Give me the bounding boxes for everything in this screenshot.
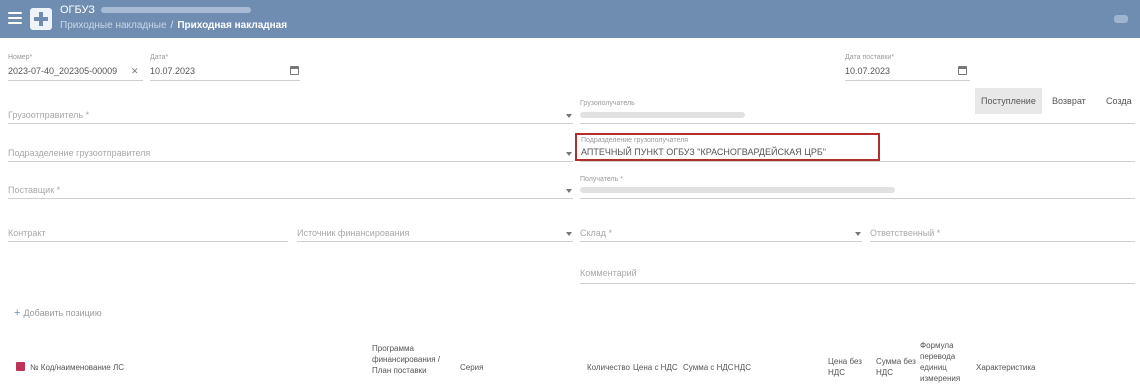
recipient-label: Получатель *: [580, 176, 623, 183]
date-underline: [150, 80, 300, 81]
consignee-underline: [580, 123, 1135, 124]
funding-underline: [297, 241, 573, 242]
menu-icon[interactable]: [8, 12, 22, 24]
col-header[interactable]: Формула перевода единиц измерения: [920, 340, 968, 384]
warehouse-underline: [580, 241, 862, 242]
number-label: Номер*: [8, 54, 33, 61]
doc-date-field[interactable]: 10.07.2023: [845, 66, 890, 76]
chevron-down-icon[interactable]: [855, 232, 861, 236]
doc-date-label: Дата поставки*: [845, 54, 895, 61]
funding-input[interactable]: Источник финансирования: [297, 228, 409, 238]
col-header[interactable]: НДС: [734, 362, 751, 373]
col-header[interactable]: Цена без НДС: [828, 356, 868, 378]
supplier-division-underline: [8, 161, 573, 162]
add-position-label: Добавить позицию: [23, 308, 102, 318]
receiver-division-underline: [580, 161, 1135, 162]
supplier-input[interactable]: Грузоотправитель *: [8, 110, 89, 120]
comment-underline: [580, 283, 1135, 284]
doc-calendar-icon[interactable]: [958, 66, 967, 75]
comment-input[interactable]: Комментарий: [580, 268, 637, 278]
supplier-underline: [8, 123, 573, 124]
chevron-down-icon[interactable]: [566, 189, 572, 193]
supplier2-input[interactable]: Поставщик *: [8, 185, 60, 195]
breadcrumb-parent[interactable]: Приходные накладные: [60, 20, 167, 31]
col-header[interactable]: Серия: [460, 362, 483, 373]
clear-number-icon[interactable]: ✕: [131, 66, 139, 77]
number-underline: [8, 80, 143, 81]
plus-icon: +: [14, 307, 21, 319]
chevron-down-icon[interactable]: [566, 114, 572, 118]
col-header[interactable]: Характеристика: [976, 362, 1035, 373]
org-logo: [30, 8, 52, 30]
col-header[interactable]: Сумма с НДС: [683, 362, 734, 373]
add-position-button[interactable]: + Добавить позицию: [14, 307, 102, 319]
breadcrumb-current: Приходная накладная: [177, 20, 288, 31]
col-header[interactable]: Сумма без НДС: [876, 356, 916, 378]
supplier-division-input[interactable]: Подразделение грузоотправителя: [8, 148, 150, 158]
positions-table-header: № Код/наименование ЛС Программа финансир…: [0, 338, 1140, 385]
consignee-value-blurred[interactable]: [580, 112, 745, 118]
org-name: ОГБУЗ: [60, 4, 251, 16]
col-header[interactable]: Количество: [587, 362, 630, 373]
warehouse-input[interactable]: Склад *: [580, 228, 612, 238]
contract-input[interactable]: Контракт: [8, 228, 46, 238]
recipient-underline: [580, 198, 1135, 199]
supplier2-underline: [8, 198, 573, 199]
tab-return[interactable]: Возврат: [1046, 88, 1092, 114]
select-all-checkbox[interactable]: [16, 362, 25, 371]
breadcrumb-separator: /: [170, 20, 174, 31]
chevron-down-icon[interactable]: [566, 152, 572, 156]
responsible-input[interactable]: Ответственный *: [870, 228, 940, 238]
col-header[interactable]: Программа финансирования / План поставки: [372, 343, 457, 376]
col-header[interactable]: № Код/наименование ЛС: [30, 362, 124, 373]
receiver-division-field[interactable]: АПТЕЧНЫЙ ПУНКТ ОГБУЗ "КРАСНОГВАРДЕЙСКАЯ …: [581, 147, 826, 157]
contract-underline: [8, 241, 288, 242]
number-field[interactable]: 2023-07-40_202305-00009: [8, 66, 117, 76]
breadcrumb: Приходные накладные / Приходная накладная: [60, 20, 287, 31]
recipient-value-blurred[interactable]: [580, 187, 895, 193]
doc-date-underline: [845, 80, 970, 81]
responsible-underline: [870, 241, 1135, 242]
org-name-text: ОГБУЗ: [60, 4, 95, 16]
org-name-blurred: [100, 7, 251, 14]
consignee-label: Грузополучатель: [580, 100, 635, 107]
user-menu[interactable]: [1114, 15, 1128, 23]
top-bar: ОГБУЗ Приходные накладные / Приходная накл…: [0, 0, 1140, 38]
tab-create[interactable]: Созда: [1100, 88, 1138, 114]
chevron-down-icon[interactable]: [566, 232, 572, 236]
date-label: Дата*: [150, 54, 169, 61]
calendar-icon[interactable]: [290, 66, 299, 75]
date-field[interactable]: 10.07.2023: [150, 66, 195, 76]
col-header[interactable]: Цена с НДС: [633, 362, 678, 373]
receiver-division-label: Подразделение грузополучателя: [581, 137, 689, 144]
tab-income[interactable]: Поступление: [975, 88, 1042, 114]
